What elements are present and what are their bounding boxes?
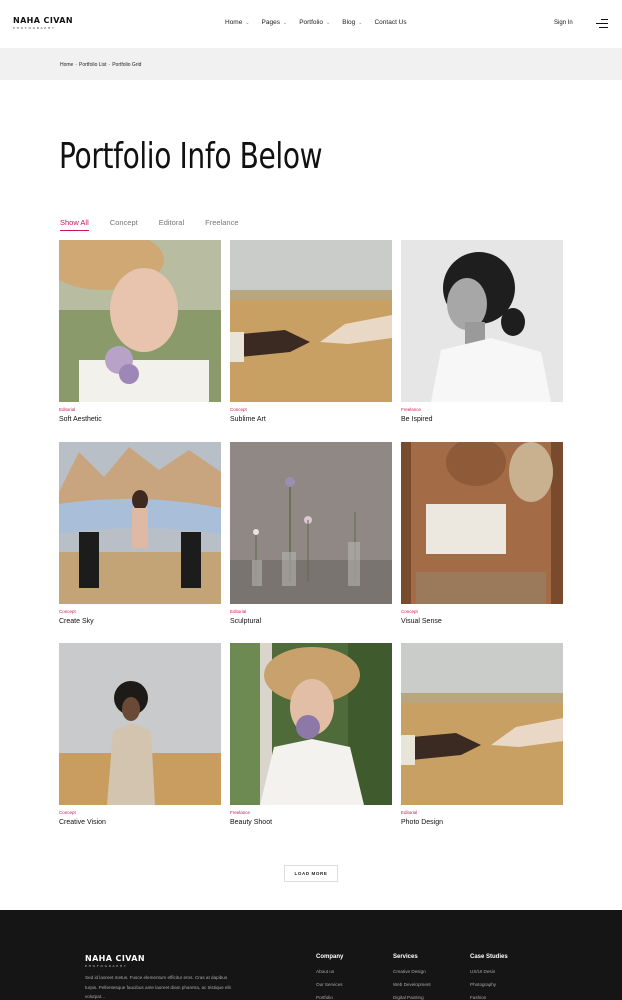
main-nav: Home ⌄ Pages ⌄ Portfolio ⌄ Blog ⌄ Contact Us xyxy=(225,19,419,26)
filter-editoral[interactable]: Editoral xyxy=(159,218,184,231)
card-category: Freelance xyxy=(401,407,422,412)
page-title: Portfolio Info Below xyxy=(59,136,323,177)
footer-column-heading: Services xyxy=(393,954,418,960)
logo-sub-text: PHOTOGRAPHY xyxy=(13,26,56,30)
nav-item-contact[interactable]: Contact Us xyxy=(374,19,406,26)
portfolio-card[interactable]: Freelance Be Ispired xyxy=(401,240,563,423)
nav-item-label: Portfolio xyxy=(299,19,324,26)
footer-link[interactable]: Digital Painting xyxy=(393,995,431,1000)
filter-concept[interactable]: Concept xyxy=(110,218,138,231)
nav-item-label: Home xyxy=(225,19,243,26)
card-title: Sculptural xyxy=(230,618,262,625)
footer-link[interactable]: Our Services xyxy=(316,982,343,987)
portfolio-image xyxy=(230,643,392,805)
breadcrumb-current: Portfolio Grid xyxy=(112,62,142,68)
portfolio-card[interactable]: Editorial Soft Aesthetic xyxy=(59,240,221,423)
footer-logo-sub: PHOTOGRAPHY xyxy=(85,964,128,968)
footer-column-services: Services Creative Design Web Development… xyxy=(393,954,431,1000)
footer-link[interactable]: Portfolio xyxy=(316,995,343,1000)
portfolio-image xyxy=(230,240,392,402)
nav-item-label: Pages xyxy=(261,19,280,26)
nav-item-blog[interactable]: Blog ⌄ xyxy=(342,19,362,26)
portfolio-image xyxy=(401,643,563,805)
footer-link[interactable]: UX/UI Desin xyxy=(470,969,508,974)
portfolio-card[interactable]: Editorial Photo Design xyxy=(401,643,563,826)
chevron-down-icon: ⌄ xyxy=(245,19,250,26)
nav-item-label: Blog xyxy=(342,19,356,26)
footer-column-case-studies: Case Studies UX/UI Desin Photography Fas… xyxy=(470,954,508,1000)
nav-item-label: Contact Us xyxy=(374,19,407,26)
portfolio-image xyxy=(401,240,563,402)
card-title: Be Ispired xyxy=(401,416,433,423)
portfolio-card[interactable]: Editorial Sculptural xyxy=(230,442,392,625)
portfolio-image xyxy=(401,442,563,604)
breadcrumb-separator: - xyxy=(75,62,78,68)
sign-in-link[interactable]: Sign In xyxy=(554,20,573,26)
portfolio-image xyxy=(59,643,221,805)
portfolio-card[interactable]: Freelance Beauty Shoot xyxy=(230,643,392,826)
nav-item-home[interactable]: Home ⌄ xyxy=(225,19,250,26)
card-title: Photo Design xyxy=(401,819,444,826)
breadcrumb: Home - Portfolio List - Portfolio Grid xyxy=(60,62,141,68)
card-category: Concept xyxy=(401,609,418,614)
portfolio-card[interactable]: Concept Create Sky xyxy=(59,442,221,625)
chevron-down-icon: ⌄ xyxy=(326,19,331,26)
portfolio-image xyxy=(59,442,221,604)
card-title: Creative Vision xyxy=(59,819,106,826)
card-category: Freelance xyxy=(230,810,251,815)
footer-description: Sed id laoreet metus. Fusce elementum ef… xyxy=(85,975,231,1000)
footer-logo[interactable]: NAHA CIVAN PHOTOGRAPHY xyxy=(85,954,145,969)
card-title: Sublime Art xyxy=(230,416,266,423)
footer-logo-main: NAHA CIVAN xyxy=(85,954,145,963)
portfolio-image xyxy=(230,442,392,604)
chevron-down-icon: ⌄ xyxy=(358,19,363,26)
logo-main-text: NAHA CIVAN xyxy=(13,16,73,25)
card-title: Beauty Shoot xyxy=(230,819,273,826)
load-more-button[interactable]: LOAD MORE xyxy=(284,865,338,882)
nav-item-pages[interactable]: Pages ⌄ xyxy=(262,19,288,26)
footer-column-heading: Company xyxy=(316,954,344,960)
footer-link[interactable]: Photography xyxy=(470,982,508,987)
filter-show-all[interactable]: Show All xyxy=(60,218,89,231)
site-footer: NAHA CIVAN PHOTOGRAPHY Sed id laoreet me… xyxy=(0,910,622,1000)
breadcrumb-band: Home - Portfolio List - Portfolio Grid xyxy=(0,48,622,80)
portfolio-card[interactable]: Concept Creative Vision xyxy=(59,643,221,826)
chevron-down-icon: ⌄ xyxy=(282,19,288,26)
card-category: Editorial xyxy=(230,609,247,614)
breadcrumb-portfolio-list[interactable]: Portfolio List xyxy=(79,62,107,68)
card-category: Concept xyxy=(230,407,247,412)
hamburger-menu-icon[interactable] xyxy=(596,19,608,28)
card-title: Visual Sense xyxy=(401,618,442,625)
footer-link[interactable]: Creative Design xyxy=(393,969,431,974)
portfolio-card[interactable]: Concept Sublime Art xyxy=(230,240,392,423)
card-title: Create Sky xyxy=(59,618,94,625)
portfolio-image xyxy=(59,240,221,402)
filter-tabs: Show All Concept Editoral Freelance xyxy=(60,218,260,231)
footer-column-company: Company About us Our Services Portfolio xyxy=(316,954,343,1000)
site-header: NAHA CIVAN PHOTOGRAPHY Home ⌄ Pages ⌄ Port… xyxy=(0,0,622,48)
filter-freelance[interactable]: Freelance xyxy=(205,218,238,231)
breadcrumb-home[interactable]: Home xyxy=(60,62,73,68)
footer-link[interactable]: Web Development xyxy=(393,982,431,987)
card-category: Editorial xyxy=(401,810,418,815)
footer-column-heading: Case Studies xyxy=(470,954,508,960)
card-title: Soft Aesthetic xyxy=(59,416,102,423)
breadcrumb-separator: - xyxy=(108,62,111,68)
card-category: Editorial xyxy=(59,407,76,412)
site-logo[interactable]: NAHA CIVAN PHOTOGRAPHY xyxy=(13,16,73,31)
footer-link[interactable]: About us xyxy=(316,969,343,974)
portfolio-card[interactable]: Concept Visual Sense xyxy=(401,442,563,625)
nav-item-portfolio[interactable]: Portfolio ⌄ xyxy=(299,19,330,26)
card-category: Concept xyxy=(59,810,76,815)
card-category: Concept xyxy=(59,609,76,614)
footer-link[interactable]: Fashion xyxy=(470,995,508,1000)
